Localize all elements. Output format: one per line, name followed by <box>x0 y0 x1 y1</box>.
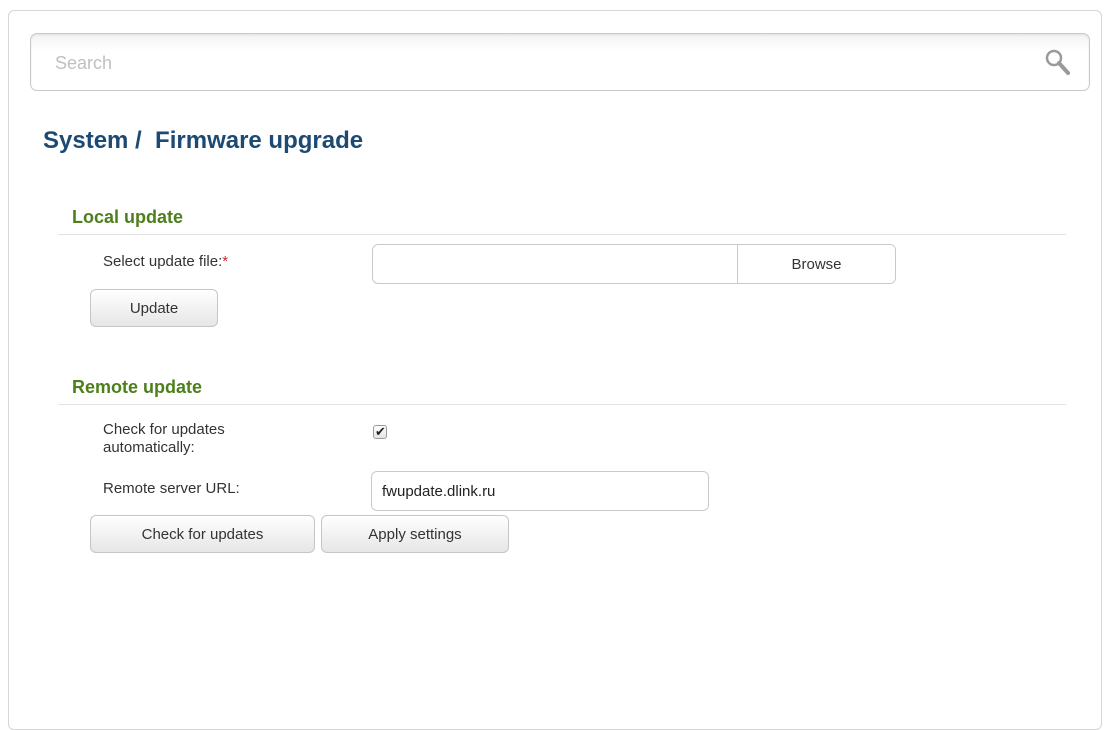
auto-check-label-line1: Check for updates <box>103 421 225 438</box>
apply-settings-button[interactable]: Apply settings <box>321 515 509 553</box>
select-update-file-label: Select update file:* <box>103 253 228 271</box>
search-input[interactable] <box>53 50 1017 76</box>
auto-check-label: Check for updates automatically: <box>103 421 225 457</box>
local-update-section-title: Local update <box>72 207 184 227</box>
browse-button[interactable]: Browse <box>737 245 895 283</box>
required-mark: * <box>222 253 229 270</box>
search-bar <box>30 33 1090 91</box>
search-icon[interactable] <box>1043 47 1073 77</box>
check-for-updates-button[interactable]: Check for updates <box>90 515 315 553</box>
remote-server-url-input[interactable] <box>371 471 709 511</box>
remote-server-url-label: Remote server URL: <box>103 480 240 497</box>
local-update-divider <box>58 234 1066 235</box>
auto-check-checkbox[interactable]: ✔ <box>373 424 387 439</box>
checkmark-icon: ✔ <box>375 424 386 439</box>
remote-update-divider <box>58 404 1066 405</box>
update-file-field: Browse <box>372 244 896 284</box>
main-panel <box>8 10 1102 730</box>
auto-check-label-line2: automatically: <box>103 439 195 456</box>
update-file-path-input[interactable] <box>373 245 737 283</box>
select-update-file-label-text: Select update file: <box>103 253 223 270</box>
page-title: System / Firmware upgrade <box>43 127 364 154</box>
remote-update-section-title: Remote update <box>72 377 203 397</box>
update-button[interactable]: Update <box>90 289 218 327</box>
